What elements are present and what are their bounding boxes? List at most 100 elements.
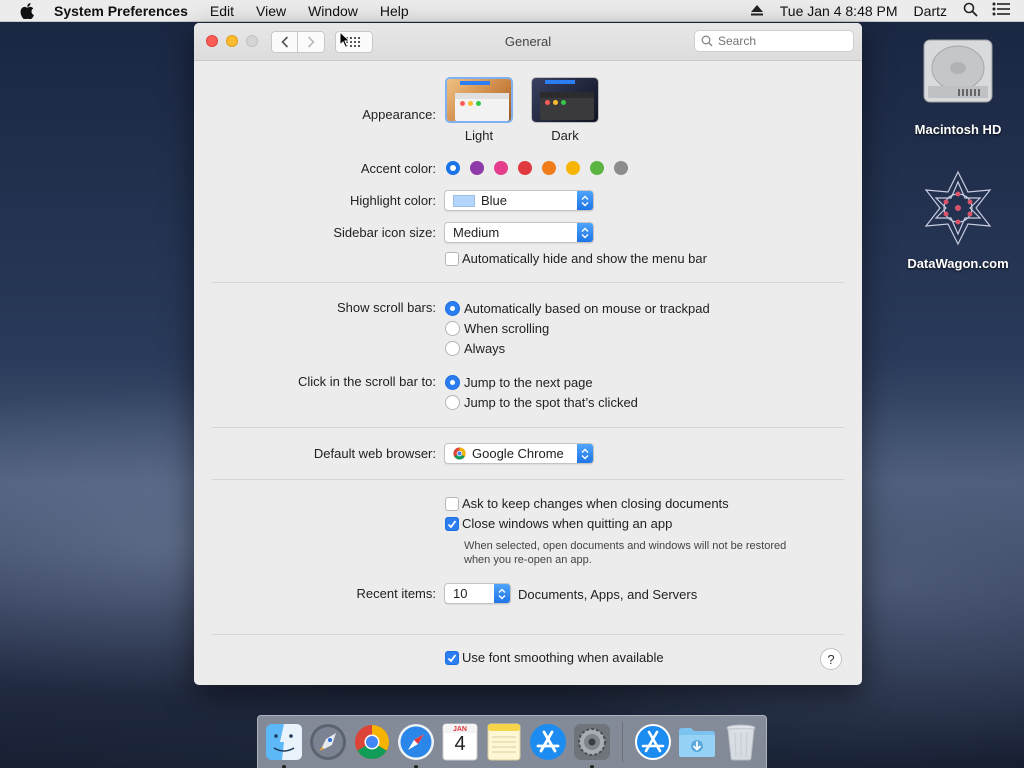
chrome-icon: [453, 447, 466, 460]
accent-swatch[interactable]: [518, 161, 532, 175]
jump-to-spot-label[interactable]: Jump to the spot that’s clicked: [464, 395, 638, 410]
accent-swatch[interactable]: [494, 161, 508, 175]
chrome-icon: [355, 725, 389, 759]
desktop-icon-label: Macintosh HD: [914, 122, 1002, 137]
ask-keep-changes-label[interactable]: Ask to keep changes when closing documen…: [462, 496, 729, 511]
jump-to-spot-radio[interactable]: [445, 395, 460, 410]
accent-color-label: Accent color:: [360, 161, 436, 176]
dock-calendar[interactable]: JAN 4: [440, 722, 480, 762]
scroll-when-scrolling-label[interactable]: When scrolling: [464, 321, 549, 336]
finder-icon: [266, 724, 302, 760]
menu-bar: System Preferences Edit View Window Help…: [0, 0, 1024, 22]
dock-app-store[interactable]: [528, 722, 568, 762]
appearance-light-option[interactable]: Light: [445, 77, 513, 143]
font-smoothing-label[interactable]: Use font smoothing when available: [462, 650, 664, 665]
dock-notes[interactable]: [484, 722, 524, 762]
dock-downloads-folder[interactable]: [677, 722, 717, 762]
appearance-label: Appearance:: [362, 107, 436, 122]
desktop-icon-macintosh-hd[interactable]: Macintosh HD: [903, 32, 1013, 137]
scroll-when-scrolling-radio[interactable]: [445, 321, 460, 336]
eject-icon[interactable]: [750, 3, 764, 19]
checkmark-icon: [447, 520, 457, 529]
menu-view[interactable]: View: [256, 3, 286, 19]
dock-system-preferences[interactable]: [572, 722, 612, 768]
accent-swatch[interactable]: [590, 161, 604, 175]
jump-next-page-radio[interactable]: [445, 375, 460, 390]
menu-window[interactable]: Window: [308, 3, 358, 19]
sidebar-icon-size-value: Medium: [453, 225, 500, 240]
menu-user[interactable]: Dartz: [914, 3, 947, 19]
section-divider: [212, 634, 844, 635]
highlight-color-value: Blue: [481, 193, 508, 208]
mouse-cursor-icon: [339, 31, 351, 49]
search-input[interactable]: [718, 34, 838, 48]
app-store-icon: [635, 724, 671, 760]
checkmark-icon: [447, 654, 457, 663]
appearance-dark-option[interactable]: Dark: [531, 77, 599, 143]
autohide-menubar-checkbox[interactable]: [445, 252, 459, 266]
jump-next-page-label[interactable]: Jump to the next page: [464, 375, 593, 390]
close-windows-note: When selected, open documents and window…: [464, 539, 844, 567]
note-line: when you re-open an app.: [464, 554, 592, 566]
ask-keep-changes-checkbox[interactable]: [445, 497, 459, 511]
scroll-always-label[interactable]: Always: [464, 341, 505, 356]
popup-arrows-icon: [577, 191, 593, 210]
highlight-color-label: Highlight color:: [350, 193, 436, 208]
default-browser-popup[interactable]: Google Chrome: [444, 443, 594, 464]
dock-separator: [622, 722, 623, 762]
popup-arrows-icon: [577, 223, 593, 242]
dock-chrome[interactable]: [352, 722, 392, 762]
dock: JAN 4: [257, 715, 767, 768]
accent-swatch[interactable]: [446, 161, 460, 175]
sidebar-icon-size-popup[interactable]: Medium: [444, 222, 594, 243]
calendar-month: JAN: [452, 726, 467, 733]
search-field[interactable]: [694, 30, 854, 52]
system-preferences-window: General Appearance: Light: [194, 23, 862, 685]
close-windows-label[interactable]: Close windows when quitting an app: [462, 516, 672, 531]
dock-downloads-stack[interactable]: [633, 722, 673, 762]
desktop-icon-label: DataWagon.com: [907, 256, 1009, 271]
recent-items-label: Recent items:: [356, 586, 436, 601]
highlight-swatch: [453, 194, 475, 207]
accent-swatch[interactable]: [542, 161, 556, 175]
general-pane: Appearance: Light Dark Accent color: Hig…: [194, 61, 862, 685]
menu-help[interactable]: Help: [380, 3, 409, 19]
dock-finder[interactable]: [264, 722, 304, 768]
menu-edit[interactable]: Edit: [210, 3, 234, 19]
accent-swatch[interactable]: [614, 161, 628, 175]
notification-center-icon[interactable]: [992, 2, 1010, 19]
desktop-icon-datawagon[interactable]: DataWagon.com: [903, 168, 1013, 271]
help-button[interactable]: ?: [820, 648, 842, 670]
launchpad-rocket-icon: [310, 724, 346, 760]
close-windows-checkbox[interactable]: [445, 517, 459, 531]
spotlight-search-icon[interactable]: [963, 2, 978, 20]
recent-items-value: 10: [453, 586, 468, 601]
default-browser-label: Default web browser:: [313, 446, 436, 461]
highlight-color-popup[interactable]: Blue: [444, 190, 594, 211]
scroll-auto-label[interactable]: Automatically based on mouse or trackpad: [464, 301, 710, 316]
menu-app-name[interactable]: System Preferences: [54, 3, 188, 19]
datawagon-logo-icon: [924, 170, 992, 246]
menu-clock[interactable]: Tue Jan 4 8:48 PM: [780, 3, 898, 19]
window-titlebar: General: [194, 23, 862, 61]
autohide-menubar-label[interactable]: Automatically hide and show the menu bar: [462, 251, 707, 266]
font-smoothing-checkbox[interactable]: [445, 651, 459, 665]
accent-swatch[interactable]: [566, 161, 580, 175]
safari-compass-icon: [398, 724, 434, 760]
dark-theme-caption: Dark: [551, 128, 579, 143]
popup-arrows-icon: [577, 444, 593, 463]
sidebar-icon-size-label: Sidebar icon size:: [333, 225, 436, 240]
dark-theme-thumbnail: [531, 77, 599, 123]
section-divider: [212, 427, 844, 428]
accent-swatch[interactable]: [470, 161, 484, 175]
popup-arrows-icon: [494, 584, 510, 603]
apple-menu-icon[interactable]: [20, 2, 36, 19]
dock-launchpad[interactable]: [308, 722, 348, 762]
scroll-always-radio[interactable]: [445, 341, 460, 356]
dock-trash[interactable]: [721, 722, 761, 762]
recent-items-popup[interactable]: 10: [444, 583, 511, 604]
dock-safari[interactable]: [396, 722, 436, 768]
scroll-auto-radio[interactable]: [445, 301, 460, 316]
recent-items-suffix: Documents, Apps, and Servers: [518, 587, 698, 602]
show-scroll-bars-label: Show scroll bars:: [337, 300, 436, 315]
